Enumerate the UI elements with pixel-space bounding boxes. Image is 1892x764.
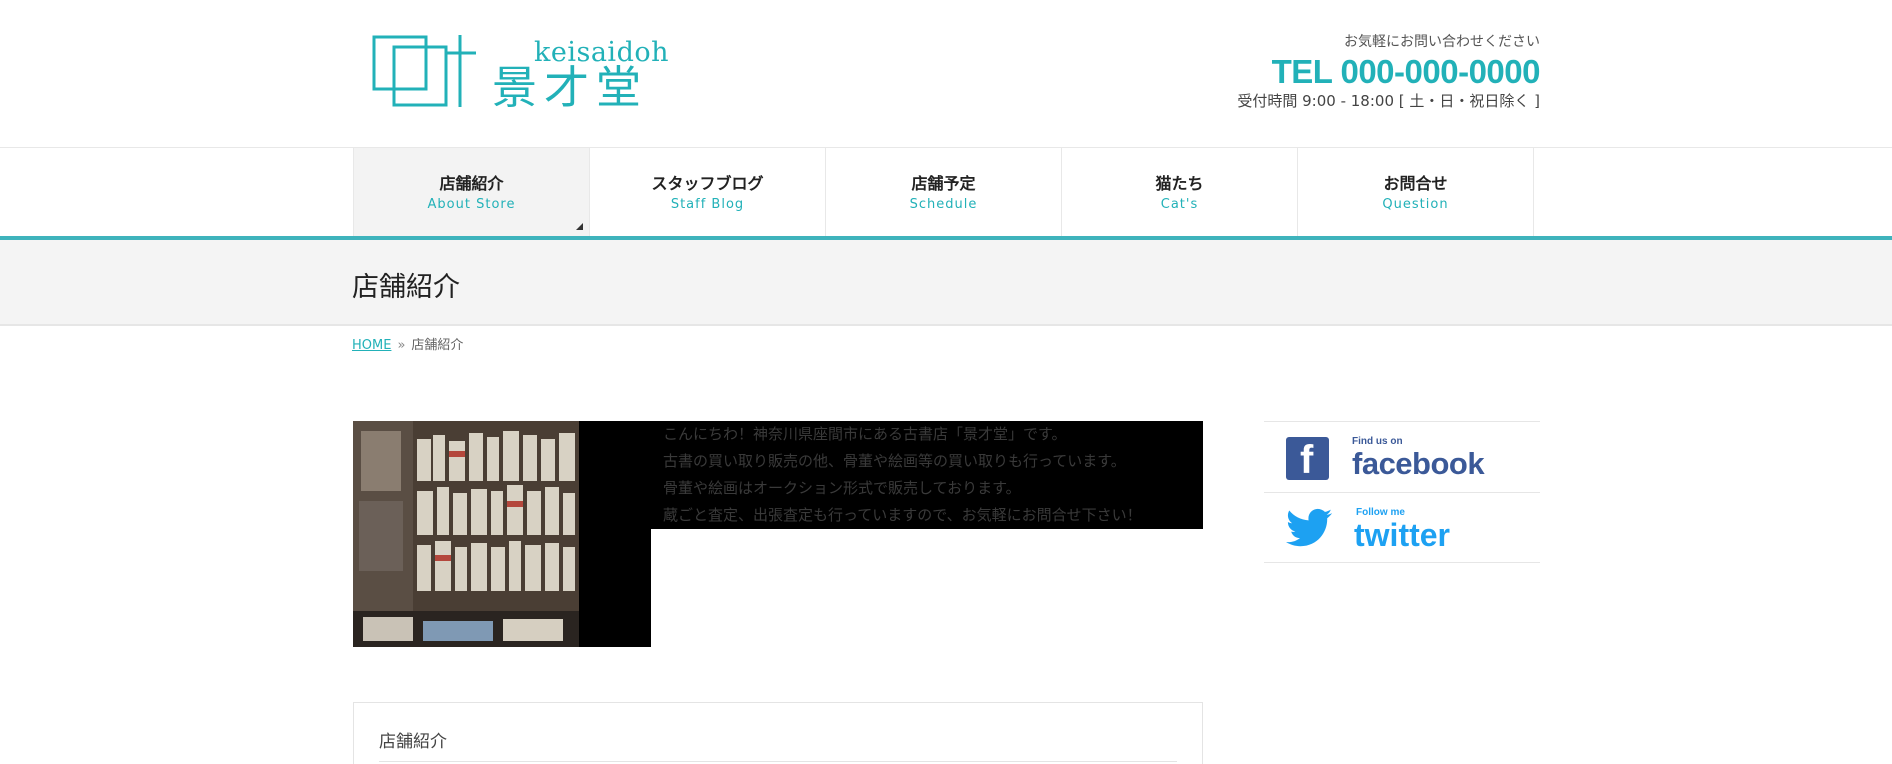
contact-hours: 受付時間 9:00 - 18:00 [ 土・日・祝日除く ]: [1237, 92, 1540, 110]
nav-label-jp: 猫たち: [1155, 174, 1204, 193]
breadcrumb-separator: »: [397, 338, 406, 353]
bookstore-shelves-photo: [353, 421, 579, 647]
twitter-banner[interactable]: Follow me twitter: [1264, 492, 1540, 563]
store-info-section: 店舗紹介: [353, 702, 1203, 764]
breadcrumb-home-link[interactable]: HOME: [352, 338, 391, 353]
contact-tel[interactable]: TEL 000-000-0000: [1237, 52, 1541, 92]
nav-label-en: About Store: [427, 197, 516, 212]
intro-line: 古書の買い取り販売の他、骨董や絵画等の買い取りも行っています。: [663, 452, 1126, 470]
nav-label-en: Question: [1382, 197, 1449, 212]
intro-line: 蔵ごと査定、出張査定も行っていますので、お気軽にお問合せ下さい！: [663, 506, 1142, 524]
site-logo[interactable]: keisaidoh 景才堂: [372, 33, 672, 113]
page-title: 店舗紹介: [352, 272, 460, 303]
header-contact: お気軽にお問い合わせください TEL 000-000-0000 受付時間 9:0…: [1237, 32, 1540, 110]
logo-kanji-text: 景才堂: [492, 61, 649, 114]
nav-item-cats[interactable]: 猫たち Cat's: [1062, 148, 1298, 236]
global-nav: 店舗紹介 About Store スタッフブログ Staff Blog 店舗予定…: [353, 148, 1535, 236]
nav-item-about-store[interactable]: 店舗紹介 About Store: [354, 148, 590, 236]
twitter-bird-icon: [1286, 508, 1332, 547]
intro-line: 骨董や絵画はオークション形式で販売しております。: [663, 479, 1021, 497]
facebook-banner[interactable]: f Find us on facebook: [1264, 421, 1540, 492]
nav-label-jp: 店舗紹介: [439, 174, 504, 193]
twitter-big-label: twitter: [1354, 517, 1450, 553]
intro-line: こんにちわ！神奈川県座間市にある古書店「景才堂」です。: [663, 425, 1067, 443]
intro-text: こんにちわ！神奈川県座間市にある古書店「景才堂」です。 古書の買い取り販売の他、…: [663, 421, 1142, 529]
facebook-icon: f: [1286, 437, 1329, 482]
current-page-corner-icon: [576, 223, 583, 230]
nav-item-staff-blog[interactable]: スタッフブログ Staff Blog: [590, 148, 826, 236]
facebook-big-label: facebook: [1352, 446, 1485, 481]
nav-label-jp: スタッフブログ: [651, 174, 764, 193]
nav-label-jp: 店舗予定: [911, 174, 976, 193]
breadcrumb-current: 店舗紹介: [411, 338, 464, 353]
nav-label-en: Schedule: [909, 197, 978, 212]
nav-label-jp: お問合せ: [1383, 174, 1448, 193]
nav-item-question[interactable]: お問合せ Question: [1298, 148, 1534, 236]
nav-item-schedule[interactable]: 店舗予定 Schedule: [826, 148, 1062, 236]
site-header: keisaidoh 景才堂 お気軽にお問い合わせください TEL 000-000…: [0, 0, 1892, 148]
section-title: 店舗紹介: [379, 732, 447, 752]
sidebar: f Find us on facebook Follow me twitter: [1264, 421, 1540, 563]
nav-label-en: Staff Blog: [670, 197, 745, 212]
nav-label-en: Cat's: [1160, 197, 1199, 212]
page-title-band: 店舗紹介: [0, 240, 1892, 326]
contact-lead: お気軽にお問い合わせください: [1344, 34, 1540, 50]
section-divider: [379, 761, 1177, 762]
breadcrumb: HOME » 店舗紹介: [352, 334, 463, 353]
